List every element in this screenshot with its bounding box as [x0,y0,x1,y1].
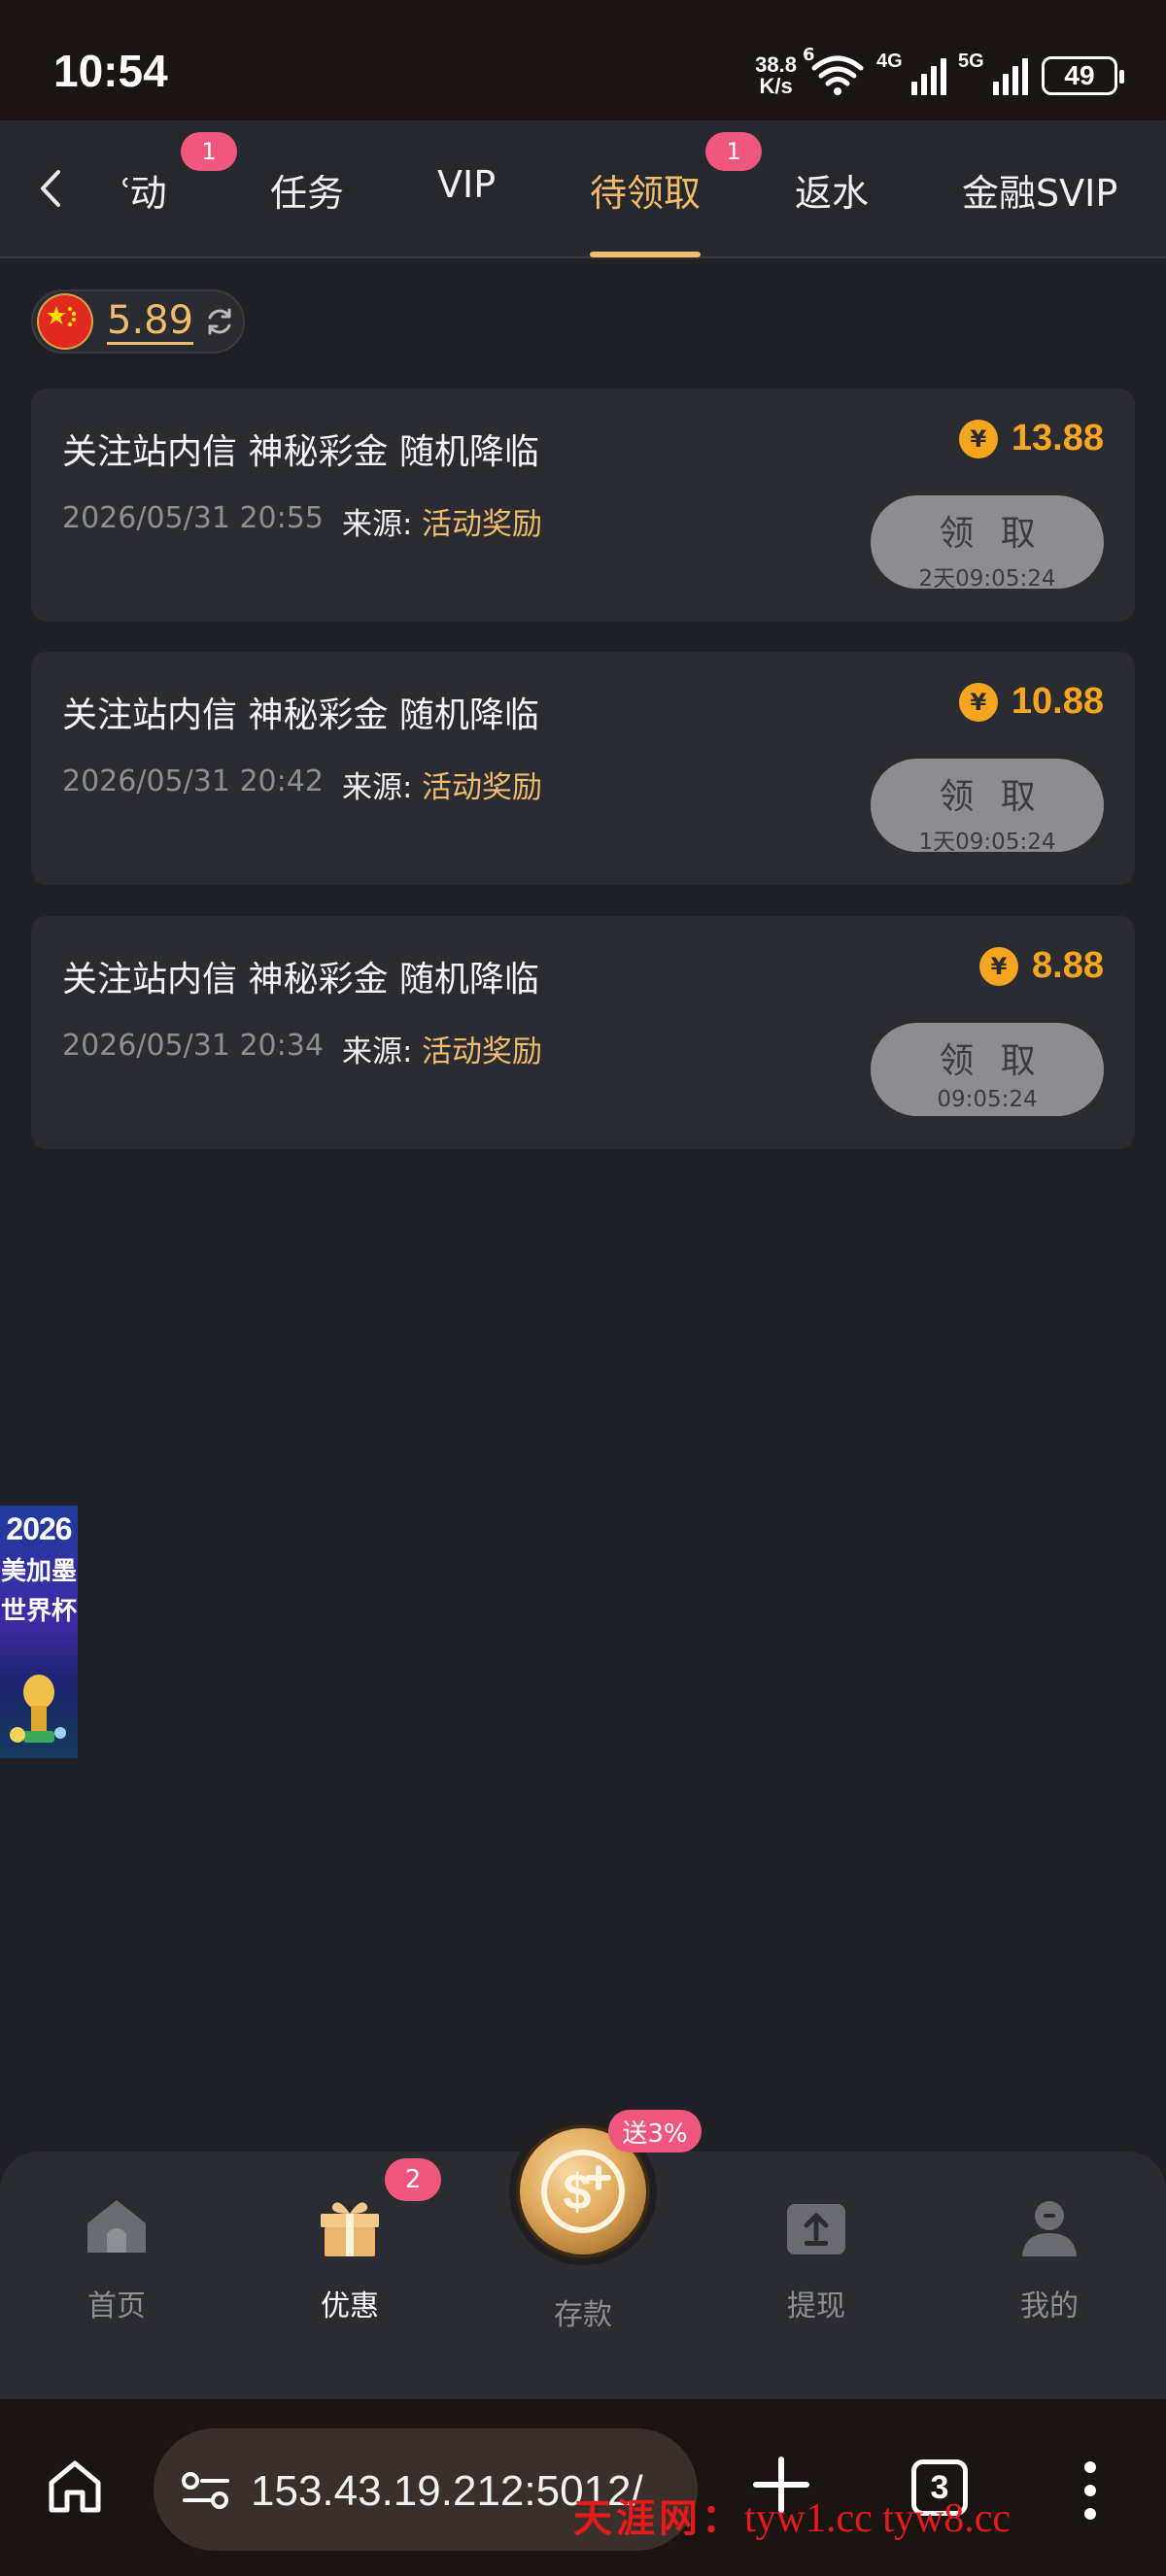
reward-source-label: 来源: [342,770,413,805]
reward-source-label: 来源: [342,507,413,542]
reward-amount: ¥ 13.88 [958,418,1104,459]
signal-4g-icon: 4G [876,51,946,95]
status-time: 10:54 [53,46,168,96]
reward-title: 关注站内信 神秘彩金 随机降临 [62,695,539,735]
reward-date: 2026/05/31 20:42 [62,764,324,798]
watermark: 天涯网：tyw1.cc tyw8.cc [573,2496,1012,2541]
more-vertical-icon [1084,2461,1096,2520]
home-icon [87,2200,146,2253]
wifi-icon: 6 [803,45,865,97]
more-menu-button[interactable] [1079,2459,1102,2525]
reward-title: 关注站内信 神秘彩金 随机降临 [62,960,539,1000]
reward-source: 活动奖励 [422,770,542,805]
browser-home-button[interactable] [44,2456,106,2522]
status-indicators: 38.8 K/s 6 4G 5G 49 [755,45,1124,105]
battery-icon: 49 [1042,56,1124,95]
refresh-icon[interactable] [203,305,236,338]
claim-countdown: 09:05:24 [937,1087,1038,1112]
tab-activity[interactable]: ʿ动 [120,163,167,217]
world-cup-promo-banner[interactable]: 2026 美加墨 世界杯 [0,1506,78,1758]
tab-pending-claim[interactable]: 待领取 [590,163,701,217]
claim-button[interactable]: 领 取 1天09:05:24 [871,759,1104,855]
deposit-bonus-badge: 送3% [608,2110,702,2152]
claim-button[interactable]: 领 取 2天09:05:24 [871,495,1104,592]
reward-amount: ¥ 8.88 [979,945,1104,987]
tab-pending-badge: 1 [705,132,762,171]
profile-icon [1022,2201,1077,2256]
yuan-coin-icon: ¥ [958,419,998,458]
reward-date: 2026/05/31 20:55 [62,501,324,535]
trophy-icon [10,1675,66,1743]
status-bar: 10:54 38.8 K/s 6 4G 5G 49 [0,0,1166,120]
gift-icon [321,2202,379,2256]
reward-source-label: 来源: [342,1034,413,1069]
signal-5g-icon: 5G [958,51,1028,95]
balance-chip: 5.89 [31,289,245,354]
claim-countdown: 1天09:05:24 [918,830,1056,855]
active-tab-indicator [590,252,701,257]
site-settings-icon[interactable] [181,2471,231,2510]
claim-countdown: 2天09:05:24 [918,566,1056,592]
reward-card: 关注站内信 神秘彩金 随机降临 2026/05/31 20:34 来源: 活动奖… [31,916,1135,1149]
nav-promotions[interactable]: 优惠 [282,2190,418,2324]
withdraw-icon [787,2204,845,2254]
nav-withdraw[interactable]: 提现 [748,2190,884,2324]
tab-tasks[interactable]: 任务 [270,163,344,217]
deposit-label: 存款 [554,2298,612,2332]
reward-source: 活动奖励 [422,1034,542,1069]
chevron-left-icon [41,170,60,207]
top-tab-bar: ʿ动 1 任务 VIP 待领取 1 返水 金融SVIP [0,120,1166,258]
home-icon [49,2460,101,2513]
reward-source: 活动奖励 [422,507,542,542]
promotions-badge: 2 [385,2158,441,2201]
claim-button[interactable]: 领 取 09:05:24 [871,1023,1104,1116]
svg-text:$: $ [564,2164,592,2220]
reward-card: 关注站内信 神秘彩金 随机降临 2026/05/31 20:42 来源: 活动奖… [31,652,1135,885]
tab-vip[interactable]: VIP [437,163,496,206]
tab-finance-svip[interactable]: 金融SVIP [962,163,1117,217]
tab-rebate[interactable]: 返水 [795,163,869,217]
reward-date: 2026/05/31 20:34 [62,1029,324,1063]
network-speed: 38.8 K/s [755,52,797,98]
balance-value: 5.89 [107,297,194,345]
nav-profile[interactable]: 我的 [981,2190,1117,2324]
tab-activity-badge: 1 [181,132,237,171]
nav-home[interactable]: 首页 [49,2190,185,2324]
reward-title: 关注站内信 神秘彩金 随机降临 [62,432,539,472]
back-button[interactable] [29,164,78,213]
yuan-coin-icon: ¥ [958,682,998,722]
reward-amount: ¥ 10.88 [958,681,1104,723]
china-flag-icon [39,295,91,348]
yuan-coin-icon: ¥ [979,946,1019,986]
reward-card: 关注站内信 神秘彩金 随机降临 2026/05/31 20:55 来源: 活动奖… [31,389,1135,622]
